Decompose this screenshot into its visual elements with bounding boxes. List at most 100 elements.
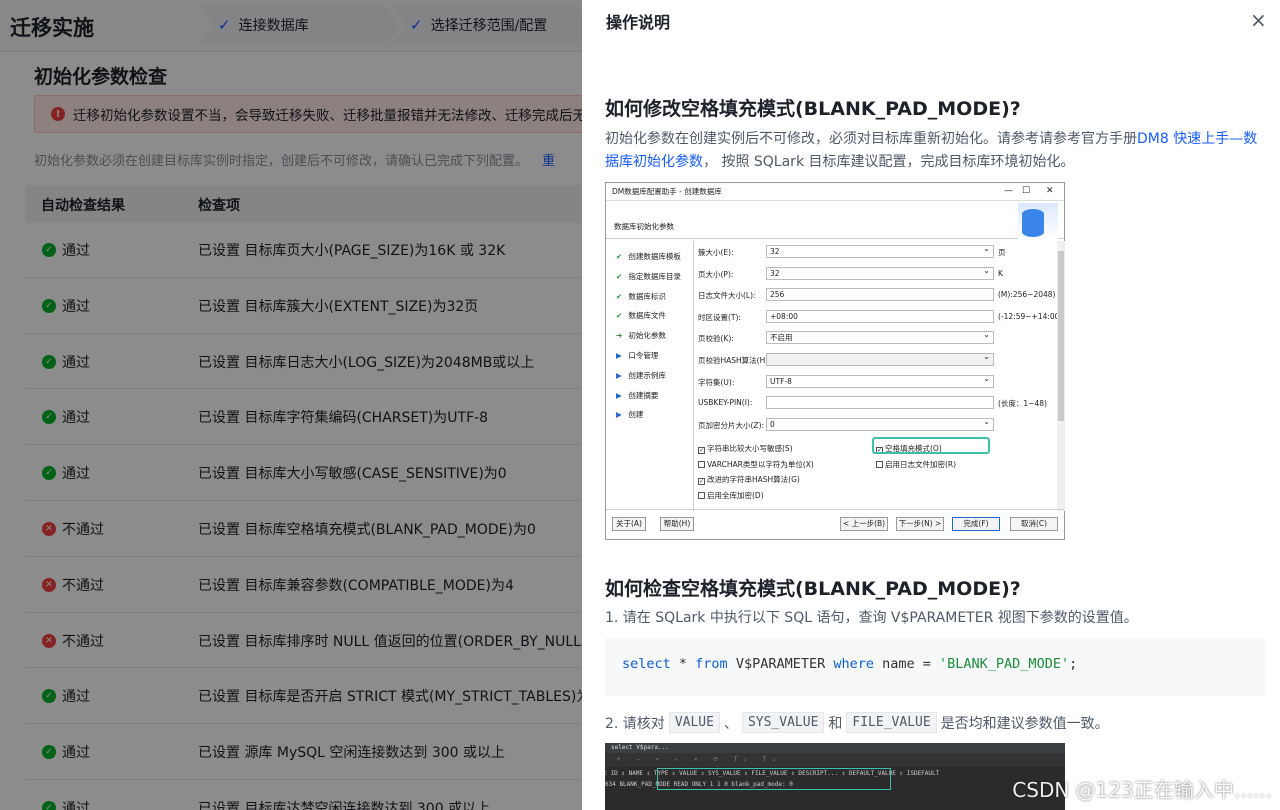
step-mark-icon: ✔ <box>616 271 623 281</box>
code-keyword: where <box>833 656 874 672</box>
step-mark-icon: ➔ <box>616 331 623 341</box>
field-input[interactable]: 256 <box>766 288 994 302</box>
field-note: (M):256~2048) <box>998 290 1056 300</box>
field-label: 时区设置(T): <box>698 312 741 322</box>
field-input[interactable] <box>766 396 994 410</box>
dialog-checkbox[interactable]: 启用日志文件加密(R) <box>876 459 956 470</box>
dialog-titlebar: DM数据库配置助手 - 创建数据库 — ☐ ✕ <box>606 183 1064 201</box>
paragraph-text: ， 按照 SQLark 目标库建议配置，完成目标库环境初始化。 <box>703 154 1075 170</box>
separator: 、 <box>723 715 738 732</box>
query-result-screenshot: select V$para... + − ↶ ✓ ✕ ⟳ T₁ T₂ ⁝ ID … <box>605 743 1065 810</box>
dialog-button[interactable]: 关于(A) <box>612 517 646 531</box>
dialog-title: DM数据库配置助手 - 创建数据库 <box>612 187 722 196</box>
dialog-button[interactable]: 下一步(N) > <box>896 517 944 531</box>
dialog-step: ✔ 数据库文件 <box>616 310 666 321</box>
checkbox-label: 改进的字符串HASH算法(G) <box>707 475 800 484</box>
dialog-step: ▶ 创建 <box>616 409 643 420</box>
dialog-checkbox[interactable]: ✓ 字符串比较大小写敏感(S) <box>698 443 793 454</box>
checkbox-icon: ✓ <box>698 478 705 485</box>
dialog-section-label: 数据库初始化参数 <box>614 222 674 231</box>
code-chip: FILE_VALUE <box>846 712 937 733</box>
field-input[interactable]: 32 <box>766 265 994 280</box>
highlight-box <box>872 437 990 454</box>
field-input[interactable] <box>766 351 994 366</box>
checkbox-label: 启用全库加密(D) <box>707 490 764 500</box>
close-icon: ✕ <box>1046 186 1054 196</box>
code-keyword: from <box>695 656 728 672</box>
heading-check: 如何检查空格填充模式(BLANK_PAD_MODE)? <box>605 578 1021 600</box>
config-dialog-screenshot: DM数据库配置助手 - 创建数据库 — ☐ ✕ 数据库初始化参数 ✔ 创建数据库… <box>605 182 1065 540</box>
dialog-checkbox[interactable]: VARCHAR类型以字符为单位(X) <box>698 459 814 470</box>
dialog-step: ▶ 创建摘要 <box>616 390 658 401</box>
checkbox-label: 启用日志文件加密(R) <box>885 459 957 469</box>
dialog-step-list: ✔ 创建数据库模板 ✔ 指定数据库目录 ✔ 数据库标识 ✔ 数据库文件 ➔ 初始化参数 ▶… <box>606 241 694 511</box>
sql-code-block: select * from V$PARAMETER where name = '… <box>605 638 1265 696</box>
step2-text: 是否均和建议参数值一致。 <box>940 715 1109 732</box>
field-label: 日志文件大小(L): <box>698 291 756 301</box>
dialog-button[interactable]: 帮助(H) <box>660 517 694 531</box>
dialog-step: ✔ 数据库标识 <box>616 291 666 302</box>
result-tab: select V$para... <box>605 743 1065 753</box>
step-mark-icon: ▶ <box>616 351 622 360</box>
checkbox-icon: ✓ <box>698 447 705 454</box>
field-note: K <box>998 268 1003 278</box>
help-drawer: 操作说明 × 如何修改空格填充模式(BLANK_PAD_MODE)? 初始化参数… <box>582 0 1280 810</box>
field-label: 页大小(P): <box>698 269 734 279</box>
drawer-title: 操作说明 <box>606 13 671 32</box>
field-input[interactable]: UTF-8 <box>766 373 994 388</box>
dialog-checkbox[interactable]: 启用全库加密(D) <box>698 490 764 501</box>
dialog-button[interactable]: < 上一步(B) <box>840 517 888 531</box>
checkbox-icon <box>876 460 883 468</box>
dialog-checkbox[interactable]: ✓ 改进的字符串HASH算法(G) <box>698 474 800 485</box>
checkbox-icon <box>698 460 705 468</box>
watermark: CSDN @123正在输入中...... <box>1012 778 1272 802</box>
step-mark-icon: ✔ <box>616 291 623 301</box>
step-label: 创建摘要 <box>628 390 659 400</box>
checkbox-label: 字符串比较大小写敏感(S) <box>707 444 793 453</box>
step-label: 口令管理 <box>628 351 659 360</box>
close-icon[interactable]: × <box>1250 8 1267 32</box>
code-chip: SYS_VALUE <box>741 712 825 733</box>
step-label: 创建 <box>628 410 644 420</box>
field-input[interactable]: 不启用 <box>766 329 994 345</box>
code-keyword: select <box>622 656 671 672</box>
dialog-header: 数据库初始化参数 <box>606 201 1064 239</box>
dialog-button[interactable]: 取消(C) <box>1010 517 1058 531</box>
check-step2: 2. 请核对 VALUE 、 SYS_VALUE 和 FILE_VALUE 是否… <box>605 712 1109 733</box>
modal-mask[interactable] <box>0 0 582 810</box>
database-icon <box>1018 203 1058 239</box>
highlight-box <box>657 768 891 790</box>
dialog-step: ✔ 指定数据库目录 <box>616 271 681 282</box>
field-label: 页校验(K): <box>698 334 734 344</box>
field-label: 簇大小(E): <box>698 248 734 257</box>
field-note: 页 <box>998 248 1006 257</box>
code-string: 'BLANK_PAD_MODE' <box>939 656 1070 672</box>
code-text: ; <box>1069 656 1078 672</box>
step-mark-icon: ▶ <box>616 370 622 380</box>
modify-paragraph: 初始化参数在创建实例后不可修改，必须对目标库重新初始化。请参考请参考官方手册DM… <box>605 128 1265 174</box>
checkbox-label: VARCHAR类型以字符为单位(X) <box>707 459 814 469</box>
dialog-step: ➔ 初始化参数 <box>616 330 666 341</box>
checkbox-icon <box>698 491 705 499</box>
field-input[interactable]: 32 <box>766 243 994 258</box>
field-input[interactable]: +08:00 <box>766 309 994 323</box>
step-label: 初始化参数 <box>628 331 666 341</box>
field-label: 字符集(U): <box>698 377 735 387</box>
separator: 和 <box>828 715 843 732</box>
step-label: 数据库文件 <box>628 311 666 321</box>
code-chip: VALUE <box>668 712 720 733</box>
field-label: 页加密分片大小(Z): <box>698 420 765 430</box>
field-label: USBKEY-PIN(I): <box>698 398 753 408</box>
dialog-step: ✔ 创建数据库模板 <box>616 251 681 262</box>
code-text: V$PARAMETER <box>727 656 834 672</box>
dialog-step: ▶ 创建示例库 <box>616 370 666 381</box>
heading-modify: 如何修改空格填充模式(BLANK_PAD_MODE)? <box>605 98 1021 120</box>
field-input[interactable]: 0 <box>766 416 994 431</box>
field-label: 页校验HASH算法(H): <box>698 356 771 365</box>
code-text: * <box>670 656 696 672</box>
step-mark-icon: ✔ <box>616 311 623 321</box>
step-label: 创建数据库模板 <box>628 252 681 261</box>
dialog-button[interactable]: 完成(F) <box>952 517 1000 531</box>
dialog-footer: 关于(A) 帮助(H) < 上一步(B) 下一步(N) > 完成(F) 取消(C) <box>606 509 1064 539</box>
minimize-icon: — <box>1004 186 1013 196</box>
